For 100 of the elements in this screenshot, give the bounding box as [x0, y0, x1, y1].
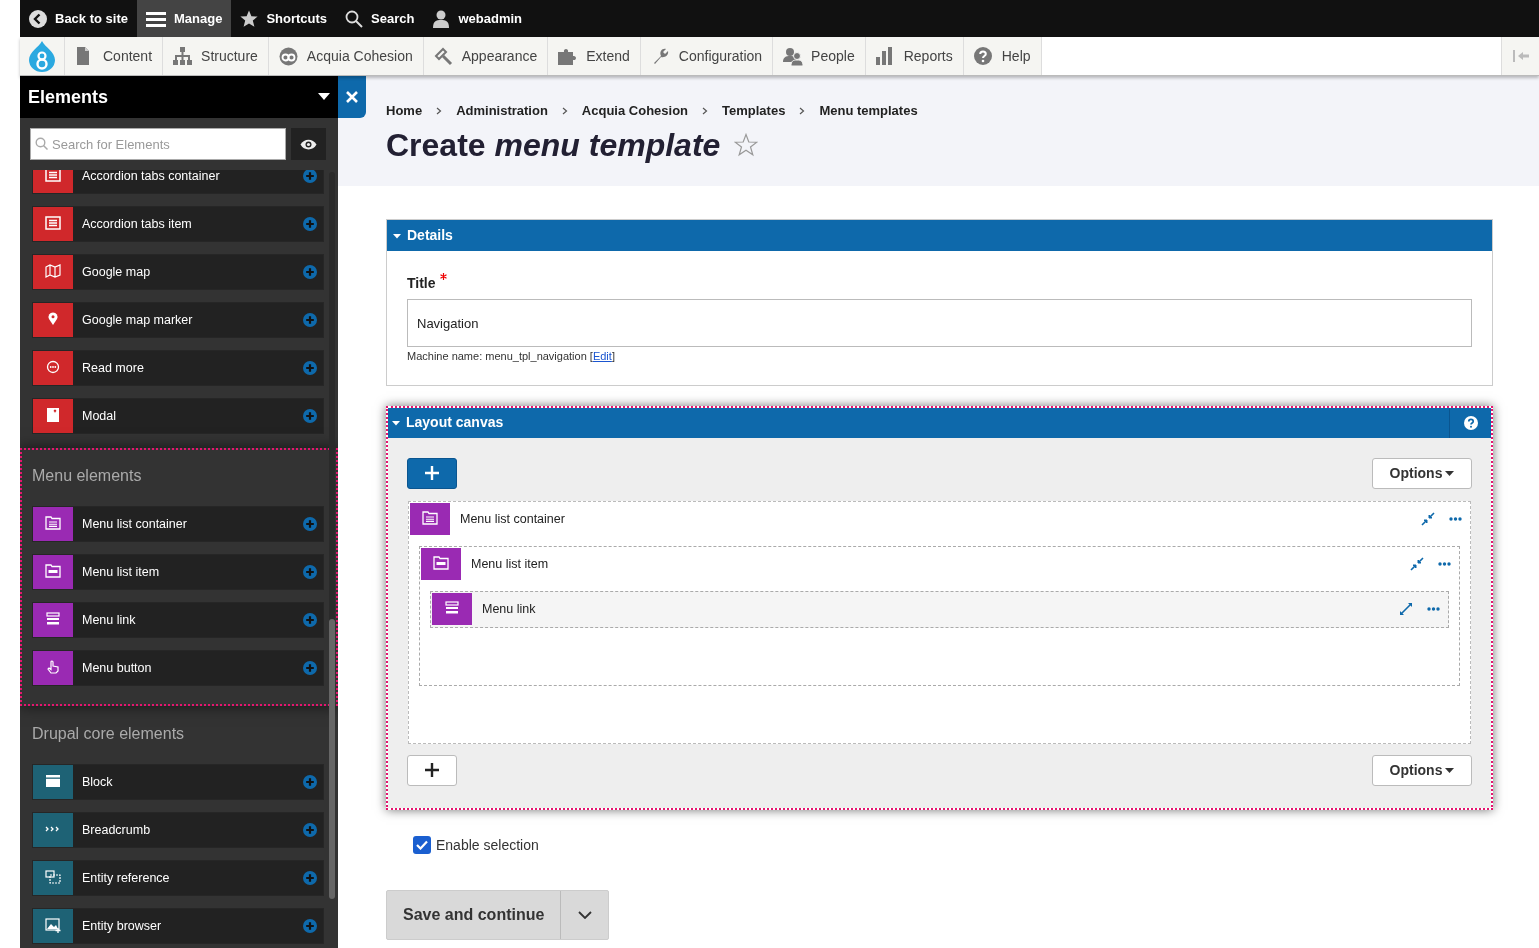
add-button[interactable] [407, 457, 457, 489]
puzzle-icon [558, 46, 579, 66]
breadcrumb-link[interactable]: Administration [456, 101, 548, 121]
admin-menu-item[interactable]: Appearance [423, 37, 549, 75]
add-icon[interactable] [303, 823, 317, 837]
add-icon[interactable] [303, 871, 317, 885]
element-item[interactable]: Menu button [73, 651, 323, 685]
add-icon[interactable] [303, 217, 317, 231]
element-label: Menu list item [82, 563, 160, 581]
expand-arrows-icon[interactable] [1399, 602, 1413, 616]
admin-menu-item[interactable]: Help [963, 37, 1042, 75]
hand-icon [45, 660, 61, 676]
element-item[interactable]: Modal [73, 399, 323, 433]
element-item[interactable]: Menu list item [73, 555, 323, 589]
chevron-icon [436, 106, 443, 115]
add-icon[interactable] [303, 313, 317, 327]
element-item[interactable]: Accordion tabs container [73, 170, 323, 193]
title-field[interactable]: Navigation [407, 299, 1472, 347]
element-item[interactable]: Accordion tabs item [73, 207, 323, 241]
caret-icon[interactable] [318, 93, 330, 101]
admin-menu-item[interactable]: People [773, 37, 866, 75]
add-icon[interactable] [303, 517, 317, 531]
more-icon[interactable] [1438, 562, 1451, 566]
element-label: Entity reference [82, 869, 170, 887]
add-icon[interactable] [303, 613, 317, 627]
element-item[interactable]: Breadcrumb [73, 813, 323, 847]
collapse-icon[interactable] [1511, 49, 1530, 63]
add-icon[interactable] [303, 661, 317, 675]
canvas-element[interactable]: Menu link [431, 591, 1448, 627]
window-icon [45, 408, 61, 424]
plus-icon [425, 763, 439, 777]
toolbar-tab[interactable]: webadmin [423, 0, 531, 37]
star-icon [240, 9, 259, 28]
toolbar-tab[interactable]: Search [336, 0, 424, 37]
user-icon [432, 9, 451, 28]
breadcrumb-link[interactable]: Acquia Cohesion [581, 101, 689, 121]
more-icon[interactable] [1449, 517, 1462, 521]
element-item[interactable]: Entity browser [73, 909, 323, 943]
admin-menu-item[interactable]: Reports [865, 37, 964, 75]
options-button[interactable]: Options [1372, 754, 1472, 786]
caret-down-icon[interactable] [392, 418, 400, 427]
canvas-element[interactable]: Menu list container [409, 501, 1470, 537]
admin-menu-item[interactable]: Configuration [640, 37, 774, 75]
field-label: Title [407, 274, 436, 293]
add-icon[interactable] [303, 170, 317, 183]
toolbar-tab[interactable]: Back to site [20, 0, 137, 37]
canvas-header[interactable]: Layout canvas [388, 407, 1491, 438]
admin-menu-item[interactable]: Content [65, 37, 164, 75]
caret-down-icon[interactable] [393, 231, 401, 240]
help-icon[interactable] [1463, 415, 1478, 430]
add-icon[interactable] [303, 361, 317, 375]
admin-menu-item[interactable]: Extend [548, 37, 641, 75]
collapse-arrows-icon[interactable] [1410, 557, 1424, 571]
element-item[interactable]: Read more [73, 351, 323, 385]
element-item[interactable]: Menu list container [73, 507, 323, 541]
toolbar-tab[interactable]: Manage [137, 0, 232, 37]
element-label: Google map marker [82, 311, 193, 329]
checkbox[interactable] [413, 836, 431, 854]
breadcrumb-link[interactable]: Templates [722, 101, 786, 121]
element-label: Breadcrumb [82, 821, 151, 839]
eye-button[interactable] [291, 128, 326, 160]
admin-menu-item[interactable]: Acquia Cohesion [268, 37, 424, 75]
block-icon [45, 774, 61, 790]
people-icon [783, 46, 804, 66]
element-item[interactable]: Block [73, 765, 323, 799]
add-icon[interactable] [303, 919, 317, 933]
stack-icon [444, 601, 460, 617]
canvas-element[interactable]: Menu list item [420, 546, 1459, 582]
drop-logo[interactable] [27, 40, 57, 72]
search-field[interactable]: Search for Elements [30, 128, 286, 160]
element-label: Menu link [482, 600, 537, 618]
element-item[interactable]: Entity reference [73, 861, 323, 895]
breadcrumb-link[interactable]: Home [386, 101, 423, 121]
scrollbar[interactable] [329, 172, 335, 896]
star-icon[interactable] [734, 132, 759, 157]
list-icon [45, 516, 61, 532]
collapse-arrows-icon[interactable] [1421, 512, 1435, 526]
element-label: Block [82, 773, 113, 791]
details-header[interactable]: Details [387, 220, 1492, 251]
folder-icon [433, 556, 449, 572]
element-item[interactable]: Google map marker [73, 303, 323, 337]
sidebar-title: Elements [28, 85, 109, 109]
add-icon[interactable] [303, 565, 317, 579]
more-icon[interactable] [1427, 607, 1440, 611]
add-icon[interactable] [303, 265, 317, 279]
element-item[interactable]: Google map [73, 255, 323, 289]
breadcrumb-link[interactable]: Menu templates [819, 101, 918, 121]
plus-icon [425, 466, 439, 480]
add-icon[interactable] [303, 409, 317, 423]
options-button[interactable]: Options [1372, 457, 1472, 489]
admin-menu-item[interactable]: Structure [163, 37, 269, 75]
folder-icon [45, 564, 61, 580]
edit-link[interactable]: Edit [592, 350, 612, 362]
toolbar-tab[interactable]: Shortcuts [231, 0, 337, 37]
close-button[interactable] [338, 76, 366, 118]
add-icon[interactable] [303, 775, 317, 789]
element-item[interactable]: Menu link [73, 603, 323, 637]
search-icon [35, 137, 48, 150]
add-button[interactable] [407, 754, 457, 786]
caret-icon [1445, 470, 1455, 476]
